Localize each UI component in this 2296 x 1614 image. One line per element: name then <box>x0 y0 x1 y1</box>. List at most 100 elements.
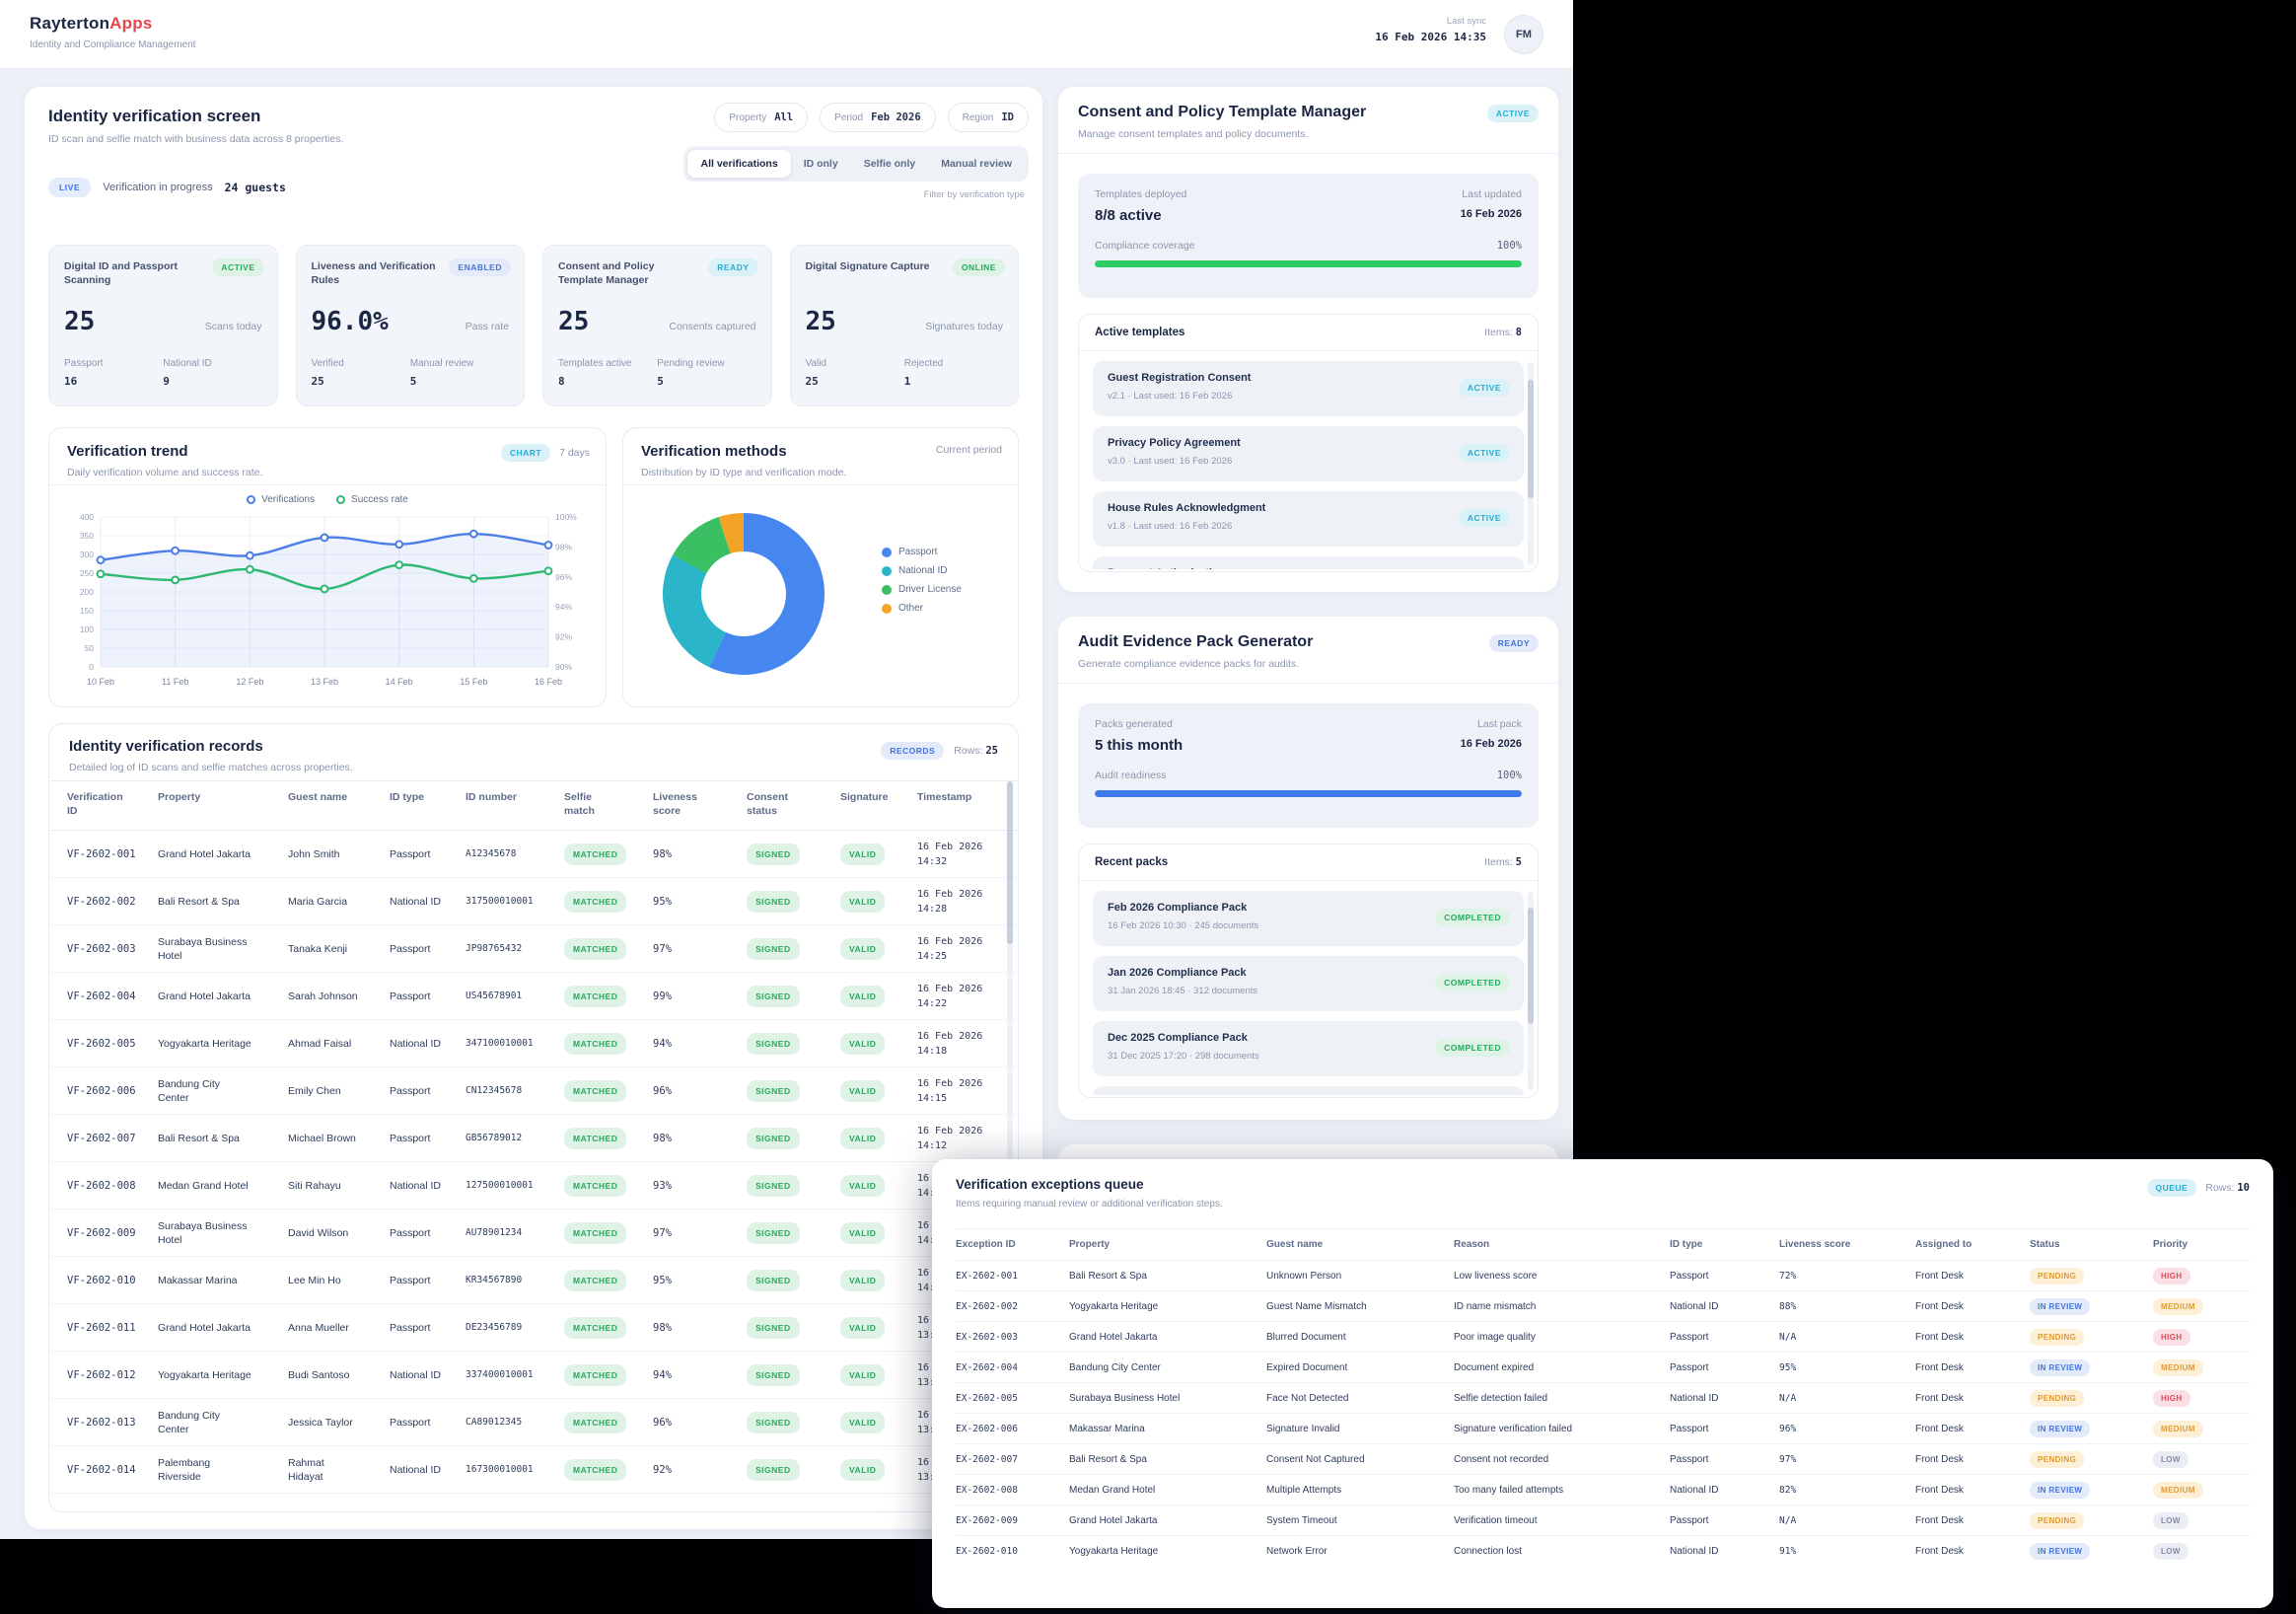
cell-guest-name: Face Not Detected <box>1266 1383 1454 1414</box>
cell-guest-name: Lee Min Ho <box>288 1257 390 1304</box>
high-badge: HIGH <box>2153 1329 2190 1346</box>
table-row[interactable]: VF-2602-010Makassar MarinaLee Min HoPass… <box>49 1257 1019 1304</box>
cell-selfie-match: MATCHED <box>564 1162 653 1210</box>
table-row[interactable]: VF-2602-001Grand Hotel JakartaJohn Smith… <box>49 831 1019 878</box>
stat-card-caption: Scans today <box>205 321 262 336</box>
table-row[interactable]: VF-2602-003Surabaya Business HotelTanaka… <box>49 925 1019 973</box>
templates-scrollbar[interactable] <box>1528 362 1534 564</box>
signed-badge: SIGNED <box>747 891 800 913</box>
exception-row[interactable]: EX-2602-002Yogyakarta HeritageGuest Name… <box>956 1291 2250 1322</box>
table-row[interactable]: VF-2602-006Bandung City CenterEmily Chen… <box>49 1067 1019 1115</box>
valid-badge: VALID <box>840 1459 885 1481</box>
table-row[interactable]: VF-2602-012Yogyakarta HeritageBudi Santo… <box>49 1352 1019 1399</box>
templates-items-count: Items: 8 <box>1484 327 1522 338</box>
templates-list-title: Active templates <box>1095 327 1184 338</box>
exception-row[interactable]: EX-2602-008Medan Grand HotelMultiple Att… <box>956 1475 2250 1505</box>
column-header: Reason <box>1454 1229 1670 1261</box>
pack-item[interactable]: Dec 2025 Compliance Pack31 Dec 2025 17:2… <box>1093 1021 1524 1076</box>
stat-card-value: 25 <box>558 307 589 336</box>
cell-verification-id: VF-2602-014 <box>49 1446 158 1494</box>
matched-badge: MATCHED <box>564 1080 626 1102</box>
pending-badge: PENDING <box>2030 1390 2084 1407</box>
cell-consent-status: SIGNED <box>747 973 840 1020</box>
table-row[interactable]: VF-2602-004Grand Hotel JakartaSarah John… <box>49 973 1019 1020</box>
stat-card-2[interactable]: Liveness and Verification RulesENABLED96… <box>296 245 526 406</box>
table-row[interactable]: VF-2602-011Grand Hotel JakartaAnna Muell… <box>49 1304 1019 1352</box>
cell-id-type: National ID <box>390 1162 466 1210</box>
exception-row[interactable]: EX-2602-006Makassar MarinaSignature Inva… <box>956 1414 2250 1444</box>
table-row[interactable]: VF-2602-005Yogyakarta HeritageAhmad Fais… <box>49 1020 1019 1067</box>
avatar[interactable]: FM <box>1504 15 1543 54</box>
template-name: House Rules Acknowledgment <box>1108 502 1509 514</box>
stat-card-1[interactable]: Digital ID and Passport ScanningACTIVE25… <box>48 245 278 406</box>
cell-id-number: 317500010001 <box>466 878 564 925</box>
exceptions-table-wrap: Exception IDPropertyGuest nameReasonID t… <box>956 1228 2250 1567</box>
templates-list-header: Active templates Items: 8 <box>1079 315 1538 351</box>
cell-guest-name: Anna Mueller <box>288 1304 390 1352</box>
pack-item[interactable]: Feb 2026 Compliance Pack16 Feb 2026 10:3… <box>1093 891 1524 946</box>
template-item[interactable]: Guest Registration Consentv2.1 · Last us… <box>1093 361 1524 416</box>
cell-exception-id: EX-2602-001 <box>956 1261 1069 1291</box>
tab-id-only[interactable]: ID only <box>791 150 851 178</box>
exception-row[interactable]: EX-2602-010Yogyakarta HeritageNetwork Er… <box>956 1536 2250 1567</box>
table-row[interactable]: VF-2602-002Bali Resort & SpaMaria Garcia… <box>49 878 1019 925</box>
cell-id-type: National ID <box>1670 1475 1779 1505</box>
exception-row[interactable]: EX-2602-005Surabaya Business HotelFace N… <box>956 1383 2250 1414</box>
templates-scrollbar-thumb[interactable] <box>1528 380 1534 498</box>
tab-manual-review[interactable]: Manual review <box>928 150 1025 178</box>
exception-row[interactable]: EX-2602-003Grand Hotel JakartaBlurred Do… <box>956 1322 2250 1353</box>
records-scrollbar-thumb[interactable] <box>1007 781 1013 944</box>
packs-scrollbar-thumb[interactable] <box>1528 908 1534 1024</box>
exception-row[interactable]: EX-2602-009Grand Hotel JakartaSystem Tim… <box>956 1505 2250 1536</box>
brand-logo[interactable]: RaytertonApps <box>30 14 152 34</box>
cell-property: Grand Hotel Jakarta <box>1069 1322 1266 1353</box>
table-row[interactable]: VF-2602-014Palembang RiversideRahmat Hid… <box>49 1446 1019 1494</box>
audit-title: Audit Evidence Pack Generator <box>1078 633 1539 651</box>
high-badge: HIGH <box>2153 1268 2190 1284</box>
stat-sub-value: 16 <box>64 375 163 388</box>
audit-progress-track <box>1095 790 1522 797</box>
cell-id-number: US45678901 <box>466 973 564 1020</box>
filter-period[interactable]: PeriodFeb 2026 <box>820 103 935 132</box>
filter-property[interactable]: PropertyAll <box>714 103 808 132</box>
table-row[interactable]: VF-2602-009Surabaya Business HotelDavid … <box>49 1210 1019 1257</box>
filter-region[interactable]: RegionID <box>948 103 1029 132</box>
verification-tabs: All verificationsID onlySelfie onlyManua… <box>683 146 1029 182</box>
cell-reason: Too many failed attempts <box>1454 1475 1670 1505</box>
template-item[interactable]: House Rules Acknowledgmentv1.8 · Last us… <box>1093 491 1524 547</box>
table-row[interactable]: VF-2602-013Bandung City CenterJessica Ta… <box>49 1399 1019 1446</box>
pack-item[interactable]: Nov 2025 Compliance PackCOMPLETED <box>1093 1086 1524 1095</box>
template-item[interactable]: Privacy Policy Agreementv3.0 · Last used… <box>1093 426 1524 481</box>
packs-scrollbar[interactable] <box>1528 892 1534 1090</box>
svg-text:14 Feb: 14 Feb <box>386 677 413 687</box>
cell-consent-status: SIGNED <box>747 831 840 878</box>
stat-card-3[interactable]: Consent and Policy Template ManagerREADY… <box>542 245 772 406</box>
cell-signature: VALID <box>840 1067 917 1115</box>
exception-row[interactable]: EX-2602-007Bali Resort & SpaConsent Not … <box>956 1444 2250 1475</box>
tab-all-verifications[interactable]: All verifications <box>687 150 790 178</box>
brand-accent: Apps <box>109 14 152 33</box>
pack-item[interactable]: Jan 2026 Compliance Pack31 Jan 2026 18:4… <box>1093 956 1524 1011</box>
cell-guest-name: Consent Not Captured <box>1266 1444 1454 1475</box>
exceptions-title: Verification exceptions queue <box>956 1177 2250 1192</box>
records-header: Identity verification records Detailed l… <box>49 724 1018 780</box>
cell-signature: VALID <box>840 1399 917 1446</box>
exception-row[interactable]: EX-2602-001Bali Resort & SpaUnknown Pers… <box>956 1261 2250 1291</box>
stat-card-4[interactable]: Digital Signature CaptureONLINE25Signatu… <box>790 245 1020 406</box>
table-row[interactable]: VF-2602-007Bali Resort & SpaMichael Brow… <box>49 1115 1019 1162</box>
stat-card-value: 25 <box>806 307 836 336</box>
table-row[interactable]: VF-2602-008Medan Grand HotelSiti RahayuN… <box>49 1162 1019 1210</box>
cell-property: Makassar Marina <box>1069 1414 1266 1444</box>
active-badge: ACTIVE <box>1459 379 1510 397</box>
last-sync: Last sync 16 Feb 2026 14:35 <box>1375 16 1486 43</box>
cell-id-type: Passport <box>1670 1505 1779 1536</box>
valid-badge: VALID <box>840 1033 885 1055</box>
template-item[interactable]: Payment AuthorizationACTIVE <box>1093 556 1524 569</box>
tab-selfie-only[interactable]: Selfie only <box>851 150 929 178</box>
exception-row[interactable]: EX-2602-004Bandung City CenterExpired Do… <box>956 1353 2250 1383</box>
filter-value: Feb 2026 <box>871 111 921 123</box>
signed-badge: SIGNED <box>747 844 800 865</box>
signed-badge: SIGNED <box>747 1175 800 1197</box>
cell-liveness-score: 95% <box>653 878 747 925</box>
in-review-badge: IN REVIEW <box>2030 1482 2090 1499</box>
